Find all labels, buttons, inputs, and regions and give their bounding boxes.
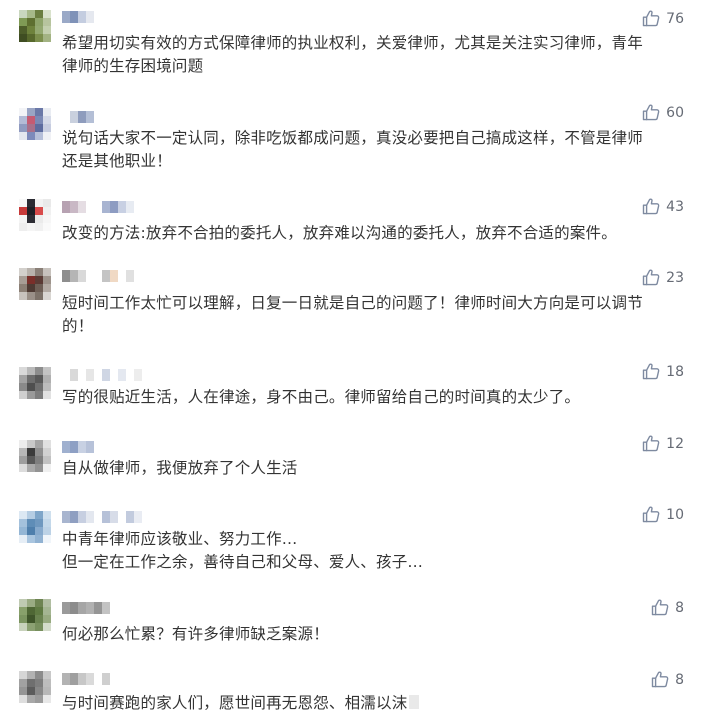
like-button[interactable]: 8: [651, 671, 684, 688]
thumbs-up-icon: [651, 599, 669, 616]
username-blurred[interactable]: [62, 369, 142, 381]
username-blurred[interactable]: [62, 673, 110, 685]
avatar[interactable]: [19, 511, 51, 543]
username-blurred[interactable]: [62, 111, 110, 123]
avatar[interactable]: [19, 671, 51, 703]
like-count: 18: [666, 363, 684, 380]
like-count: 8: [675, 599, 684, 616]
like-count: 8: [675, 671, 684, 688]
like-button[interactable]: 18: [642, 363, 684, 380]
thumbs-up-icon: [642, 506, 660, 523]
thumbs-up-icon: [642, 198, 660, 215]
avatar[interactable]: [19, 440, 51, 472]
comment-text: 说句话大家不一定认同，除非吃饭都成问题，真没必要把自己搞成这样，不管是律师 还是…: [62, 129, 643, 170]
thumbs-up-icon: [642, 363, 660, 380]
thumbs-up-icon: [642, 104, 660, 121]
like-button[interactable]: 10: [642, 506, 684, 523]
like-button[interactable]: 8: [651, 599, 684, 616]
thumbs-up-icon: [642, 269, 660, 286]
comment-text: 何必那么忙累？有许多律师缺乏案源！: [62, 625, 329, 643]
like-count: 23: [666, 269, 684, 286]
like-button[interactable]: 60: [642, 104, 684, 121]
comment-text: 短时间工作太忙可以理解，日复一日就是自己的问题了！律师时间大方向是可以调节 的！: [62, 294, 643, 335]
avatar[interactable]: [19, 268, 51, 300]
thumbs-up-icon: [642, 10, 660, 27]
comment-text: 写的很贴近生活，人在律途，身不由己。律师留给自己的时间真的太少了。: [62, 388, 581, 406]
comment-text: 与时间赛跑的家人们，愿世间再无恩怨、相濡以沫: [62, 692, 662, 715]
like-count: 60: [666, 104, 684, 121]
avatar[interactable]: [19, 367, 51, 399]
like-button[interactable]: 12: [642, 435, 684, 452]
like-button[interactable]: 43: [642, 198, 684, 215]
like-count: 76: [666, 10, 684, 27]
text-overflow-fade: [409, 695, 420, 709]
comment-text: 改变的方法:放弃不合拍的委托人，放弃难以沟通的委托人，放弃不合适的案件。: [62, 224, 617, 242]
like-button[interactable]: 76: [642, 10, 684, 27]
username-blurred[interactable]: [62, 602, 110, 614]
thumbs-up-icon: [651, 671, 669, 688]
comment-text: 希望用切实有效的方式保障律师的执业权利，关爱律师，尤其是关注实习律师，青年 律师…: [62, 34, 643, 75]
username-blurred[interactable]: [62, 201, 142, 213]
avatar[interactable]: [19, 108, 51, 140]
username-blurred[interactable]: [62, 441, 110, 453]
avatar[interactable]: [19, 10, 51, 42]
comment-text: 中青年律师应该敬业、努力工作… 但一定在工作之余，善待自己和父母、爱人、孩子…: [62, 530, 424, 571]
comment-text: 自从做律师，我便放弃了个人生活: [62, 459, 298, 477]
avatar[interactable]: [19, 199, 51, 231]
like-button[interactable]: 23: [642, 269, 684, 286]
avatar[interactable]: [19, 599, 51, 631]
thumbs-up-icon: [642, 435, 660, 452]
like-count: 10: [666, 506, 684, 523]
like-count: 12: [666, 435, 684, 452]
username-blurred[interactable]: [62, 270, 142, 282]
username-blurred[interactable]: [62, 11, 94, 23]
like-count: 43: [666, 198, 684, 215]
username-blurred[interactable]: [62, 511, 142, 523]
